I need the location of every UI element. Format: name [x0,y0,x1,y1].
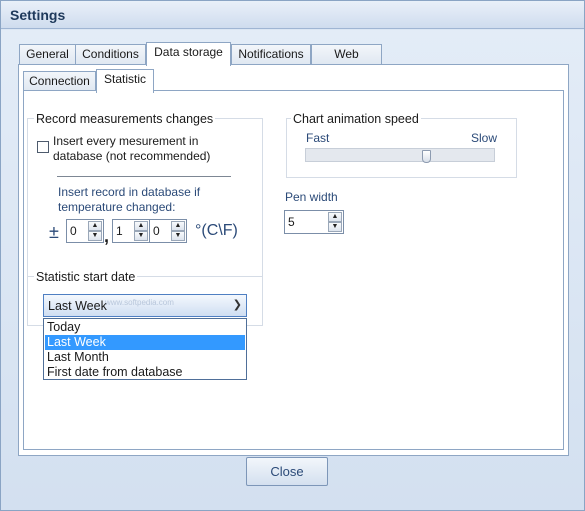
tab-statistic[interactable]: Statistic [96,69,154,93]
tab-data-storage[interactable]: Data storage [146,42,231,66]
window-client-area: General Conditions Data storage Notifica… [1,30,584,510]
pen-width-spinner[interactable]: 5 ▲ ▼ [284,210,344,234]
tab-connection[interactable]: Connection [23,71,96,92]
animation-speed-slider[interactable] [305,148,495,163]
insert-every-measurement-checkbox[interactable] [37,141,49,153]
temperature-integer-value: 0 [70,224,77,238]
dropdown-option-today[interactable]: Today [45,320,245,335]
insert-record-text-2: temperature changed: [58,200,176,214]
record-measurements-label: Record measurements changes [34,112,216,126]
spin-up-icon[interactable]: ▲ [328,212,342,222]
spin-up-icon[interactable]: ▲ [88,221,102,231]
separator-line [57,176,231,177]
statistic-start-date-dropdown: Today Last Week Last Month First date fr… [43,318,247,380]
window-title: Settings [10,7,66,23]
dropdown-option-last-week[interactable]: Last Week [45,335,245,350]
temperature-decimal-value-1: 1 [116,224,123,238]
insert-record-text-1: Insert record in database if [58,185,201,199]
decimal-comma: , [104,226,110,246]
statistic-start-date-select[interactable]: Last Week ❯ [43,294,247,317]
slider-slow-label: Slow [471,131,498,145]
plus-minus-sign: ± [49,222,59,242]
tab-notifications[interactable]: Notifications [231,44,311,65]
close-button[interactable]: Close [246,457,328,486]
slider-fast-label: Fast [306,131,330,145]
pen-width-label: Pen width [285,190,338,204]
temperature-decimal-value-2: 0 [153,224,160,238]
temperature-integer-spinner[interactable]: 0 ▲ ▼ [66,219,104,243]
spin-down-icon[interactable]: ▼ [328,222,342,232]
spin-down-icon[interactable]: ▼ [134,231,148,241]
pen-width-value: 5 [288,215,295,229]
temperature-unit: °(C\F) [195,222,238,239]
insert-every-measurement-text-2: database (not recommended) [53,149,211,163]
statistic-start-date-selected: Last Week [48,299,107,313]
tab-conditions[interactable]: Conditions [75,44,146,65]
spin-down-icon[interactable]: ▼ [88,231,102,241]
tab-general[interactable]: General [19,44,76,65]
temperature-decimal-spinner-1[interactable]: 1 ▲ ▼ [112,219,150,243]
spin-up-icon[interactable]: ▲ [134,221,148,231]
insert-every-measurement-text-1: Insert every mesurement in [53,134,199,148]
spin-down-icon[interactable]: ▼ [171,231,185,241]
dropdown-option-last-month[interactable]: Last Month [45,350,245,365]
settings-window: Settings General Conditions Data storage… [0,0,585,511]
temperature-decimal-spinner-2[interactable]: 0 ▲ ▼ [149,219,187,243]
spin-up-icon[interactable]: ▲ [171,221,185,231]
slider-thumb[interactable] [422,150,431,163]
chevron-down-icon[interactable]: ❯ [233,298,242,311]
dropdown-option-first-date[interactable]: First date from database [45,365,245,380]
tab-web-server[interactable]: Web server [311,44,382,80]
statistic-start-date-label: Statistic start date [34,270,138,284]
title-bar: Settings [1,1,584,29]
chart-animation-speed-label: Chart animation speed [291,112,421,126]
